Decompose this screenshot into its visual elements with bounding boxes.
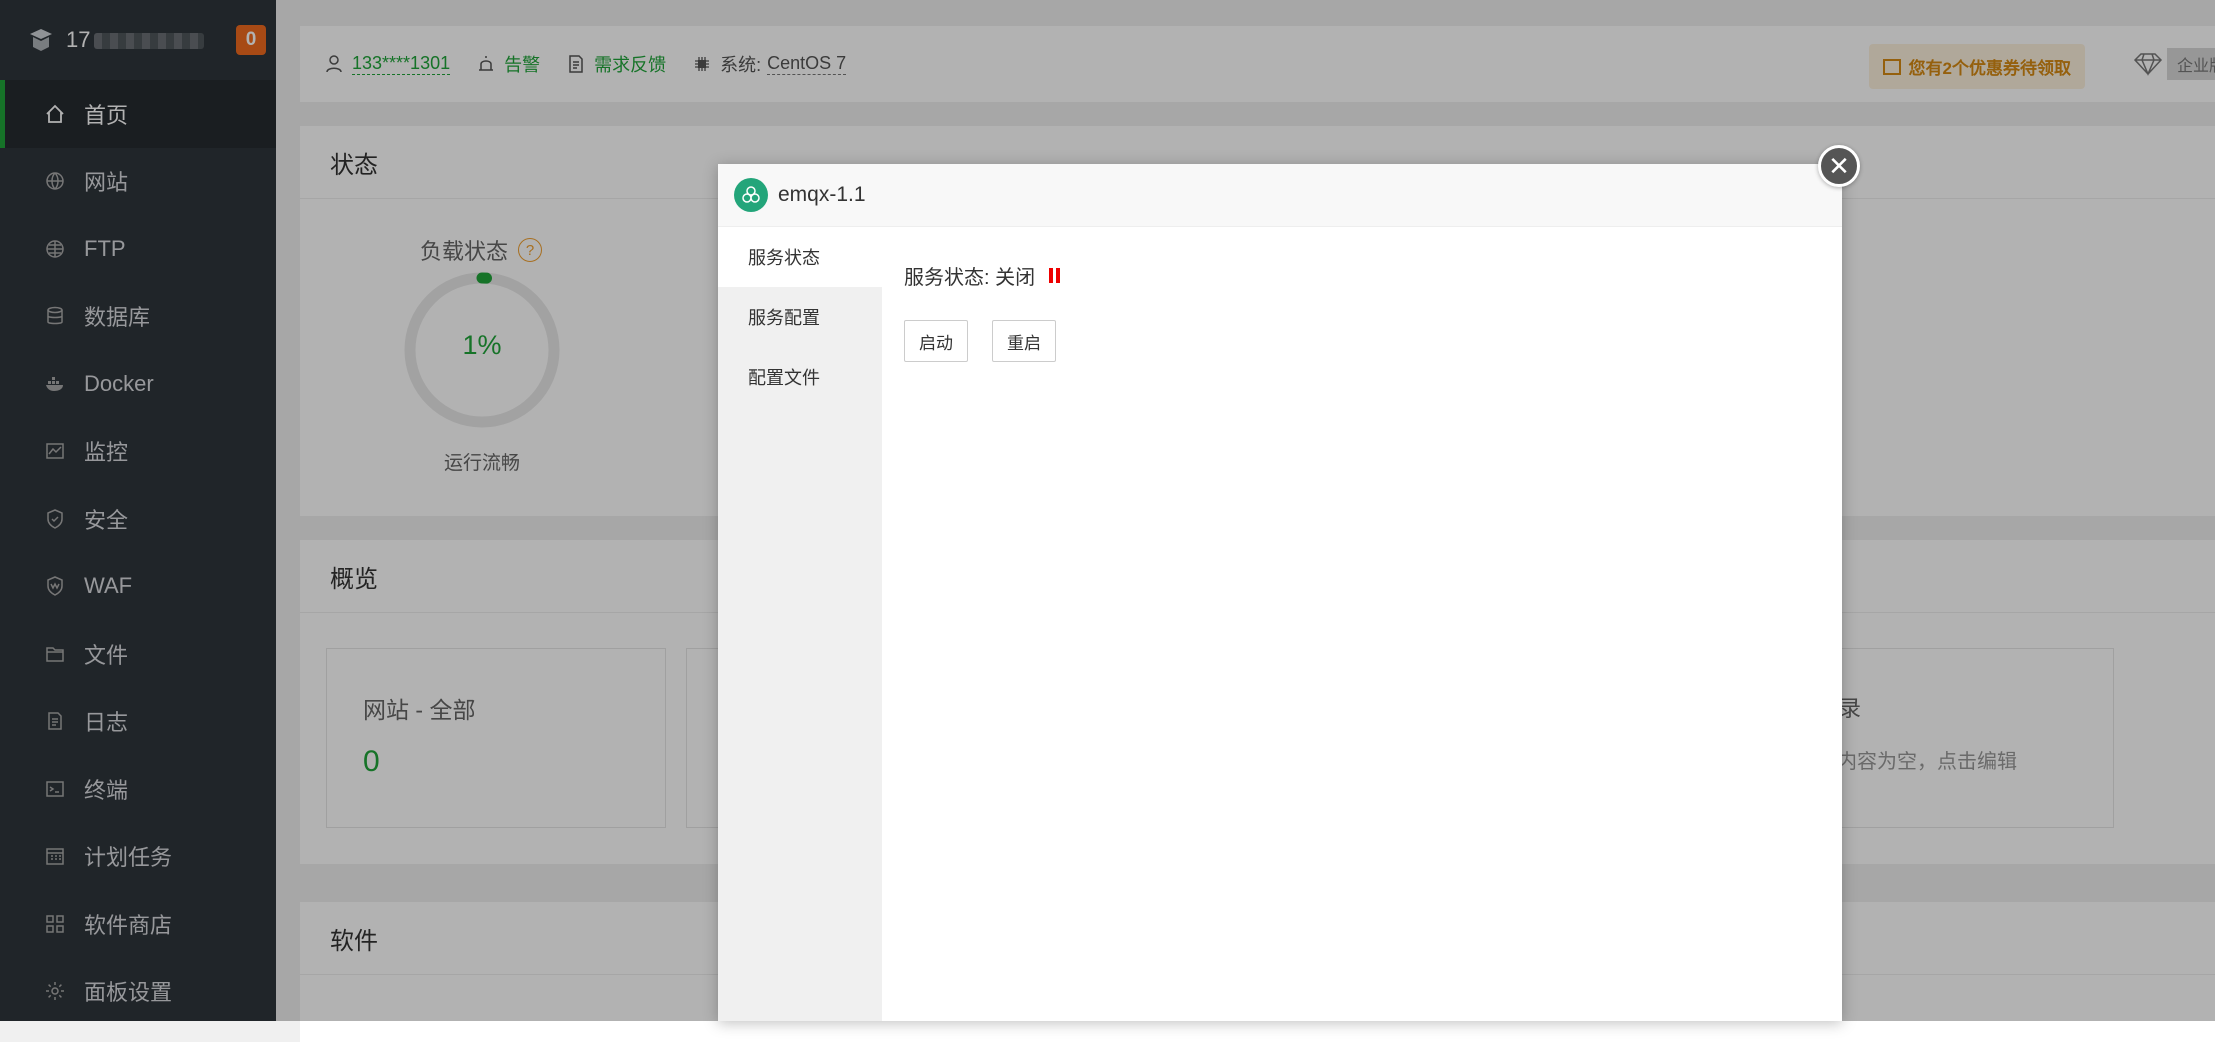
tab-service-config[interactable]: 服务配置	[718, 287, 882, 347]
emqx-logo-icon	[734, 178, 768, 212]
stopped-icon	[1049, 268, 1063, 283]
tab-config-file[interactable]: 配置文件	[718, 347, 882, 407]
tab-service-status[interactable]: 服务状态	[718, 227, 882, 287]
service-status: 服务状态: 关闭	[904, 261, 1822, 290]
restart-button[interactable]: 重启	[992, 320, 1056, 362]
dialog-title: emqx-1.1	[778, 183, 866, 206]
dialog-tabs: 服务状态 服务配置 配置文件	[718, 227, 882, 1021]
dialog-header: emqx-1.1	[718, 164, 1842, 227]
service-status-text: 服务状态: 关闭	[904, 267, 1036, 289]
service-actions: 启动 重启	[904, 320, 1822, 362]
close-icon[interactable]: ✕	[1818, 145, 1860, 187]
start-button[interactable]: 启动	[904, 320, 968, 362]
dialog-body: 服务状态: 关闭 启动 重启	[904, 227, 1822, 1021]
emqx-dialog: emqx-1.1 服务状态 服务配置 配置文件 服务状态: 关闭 启动 重启	[718, 164, 1842, 1021]
